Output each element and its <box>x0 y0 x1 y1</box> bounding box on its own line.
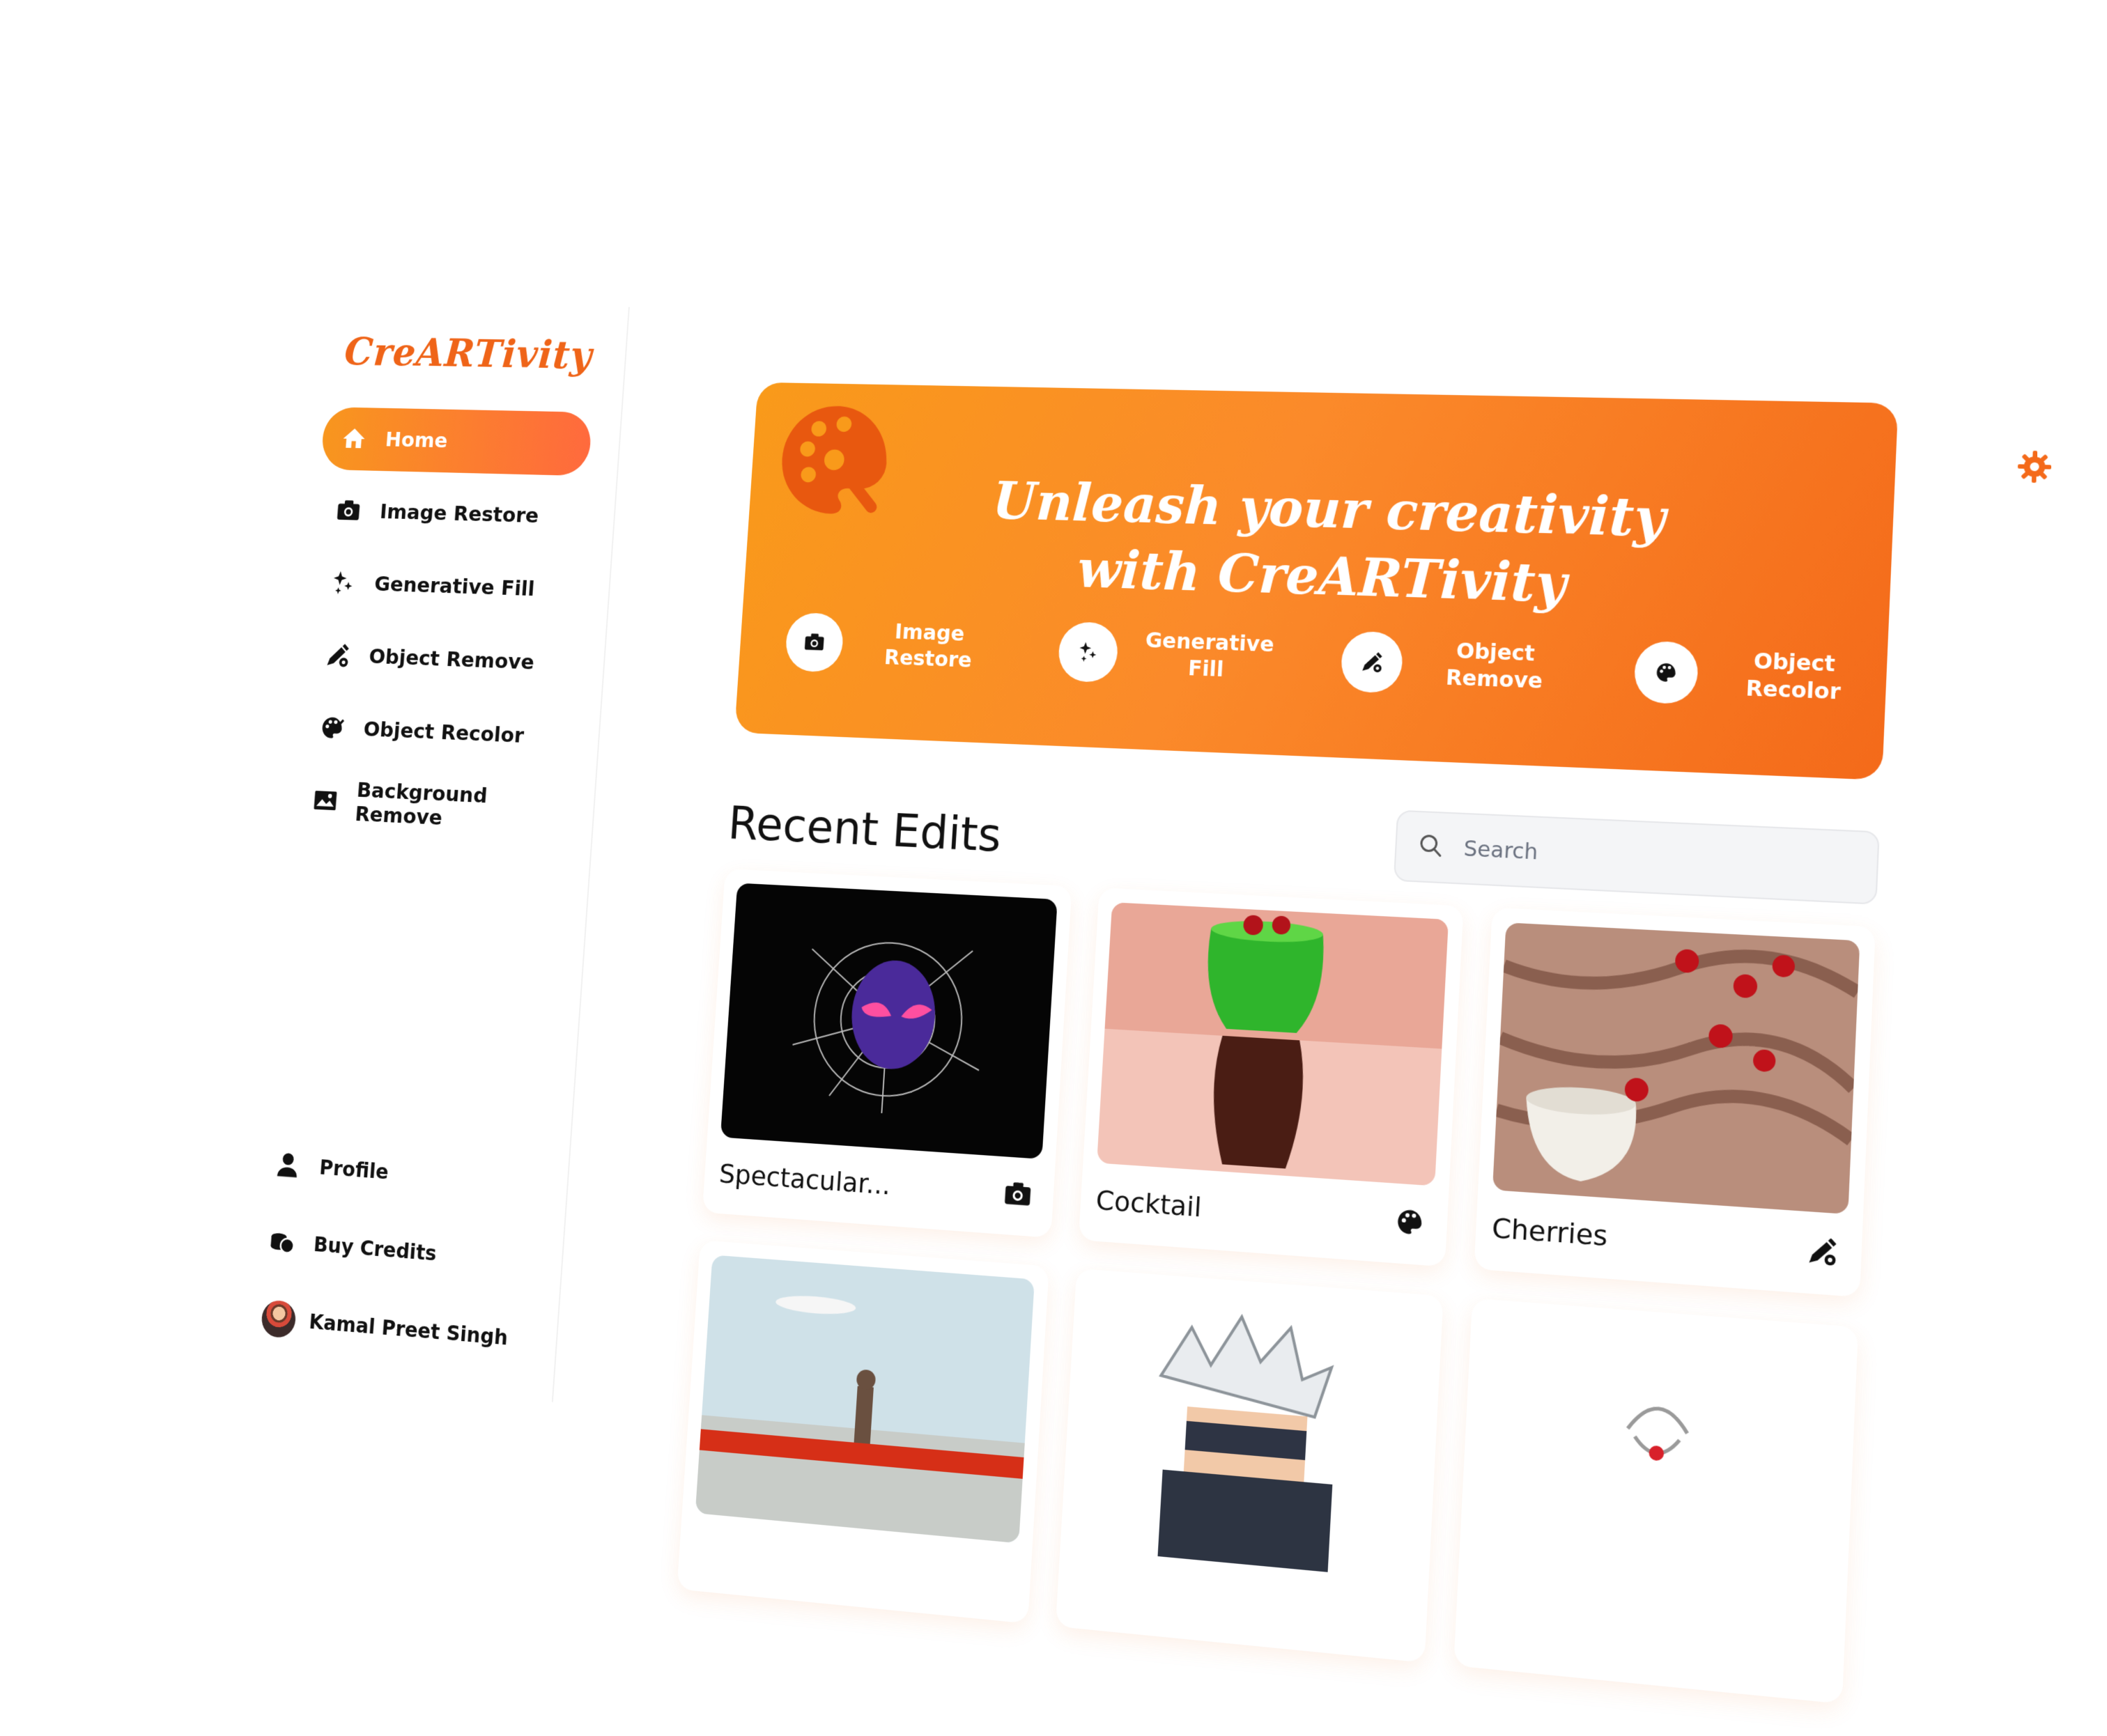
card-thumbnail <box>720 883 1058 1159</box>
recent-edit-card[interactable] <box>1055 1268 1444 1663</box>
coins-icon <box>267 1225 298 1259</box>
quick-action-object-remove[interactable]: Object Remove <box>1340 630 1578 700</box>
sidebar-item-label: Profile <box>318 1155 389 1184</box>
card-thumbnail <box>1097 902 1449 1186</box>
pen-gear-icon <box>1340 630 1404 694</box>
camera-icon <box>1002 1178 1034 1211</box>
card-title: Spectacular... <box>718 1158 892 1201</box>
pen-gear-icon <box>323 640 353 671</box>
banner-quick-actions: Image Restore Generative Fill Object Rem… <box>784 612 1881 712</box>
sidebar-item-profile[interactable]: Profile <box>265 1137 540 1211</box>
camera-icon <box>333 495 364 526</box>
search-input[interactable] <box>1461 835 1848 881</box>
image-icon <box>311 784 340 816</box>
sidebar-item-object-recolor[interactable]: Object Recolor <box>298 695 571 770</box>
quick-action-label-line: Image <box>894 619 966 646</box>
quick-action-label: Image Restore <box>867 619 991 675</box>
recent-edit-card[interactable] <box>677 1240 1049 1624</box>
hero-banner: Unleash your creativity with CreARTivity… <box>734 382 1899 780</box>
user-icon <box>272 1149 303 1181</box>
pen-gear-icon <box>1805 1234 1839 1269</box>
card-title: Cocktail <box>1095 1184 1203 1223</box>
quick-action-object-recolor[interactable]: Object Recolor <box>1633 640 1880 712</box>
recent-edit-card[interactable]: Cherries <box>1474 907 1876 1298</box>
sidebar-item-label: Generative Fill <box>373 572 536 601</box>
avatar <box>260 1299 297 1339</box>
quick-action-label-line: Remove <box>1444 665 1543 694</box>
sidebar-item-generative-fill[interactable]: Generative Fill <box>309 550 582 623</box>
sidebar-item-label: Home <box>384 428 449 453</box>
quick-action-label-line: Object <box>1752 649 1836 677</box>
quick-action-label-line: Fill <box>1187 656 1225 683</box>
quick-action-label-line: Restore <box>883 645 973 673</box>
camera-icon <box>784 612 845 673</box>
quick-action-generative-fill[interactable]: Generative Fill <box>1057 621 1287 689</box>
recent-edits-grid: Spectacular... Cocktail Cherries <box>677 868 1876 1704</box>
sidebar-item-user-account[interactable]: Kamal Preet Singh <box>254 1290 529 1367</box>
sidebar-bottom-nav: Profile Buy Credits Kamal Preet Singh <box>252 1137 540 1390</box>
search-box[interactable] <box>1393 809 1880 905</box>
palette-gear-icon <box>1633 640 1699 705</box>
quick-action-image-restore[interactable]: Image Restore <box>784 612 1007 679</box>
quick-action-label-line: Recolor <box>1745 676 1842 705</box>
palette-gear-icon <box>1393 1205 1426 1239</box>
sidebar-item-label: Object Remove <box>368 644 535 675</box>
home-icon <box>339 424 369 454</box>
card-thumbnail <box>695 1255 1035 1544</box>
sidebar-item-label: Buy Credits <box>312 1232 438 1266</box>
palette-brush-logo-icon <box>778 405 901 526</box>
user-name: Kamal Preet Singh <box>308 1309 509 1350</box>
quick-action-label: Object Remove <box>1429 637 1561 696</box>
sidebar-item-home[interactable]: Home <box>320 407 593 476</box>
recent-edit-card[interactable]: Spectacular... <box>702 868 1072 1239</box>
recent-edits-title: Recent Edits <box>726 796 1003 863</box>
card-thumbnail <box>1074 1283 1428 1581</box>
recent-edit-card[interactable]: Cocktail <box>1078 888 1464 1267</box>
search-icon <box>1417 832 1463 863</box>
main-content: Unleash your creativity with CreARTivity… <box>598 308 2052 1704</box>
app-window: CreARTivity Home Image Restore Generativ… <box>79 38 2107 1704</box>
sidebar: CreARTivity Home Image Restore Generativ… <box>217 302 630 1402</box>
card-thumbnail <box>1492 922 1860 1215</box>
card-title: Cherries <box>1491 1211 1609 1253</box>
sidebar-item-buy-credits[interactable]: Buy Credits <box>259 1214 534 1289</box>
quick-action-label: Object Recolor <box>1726 647 1862 707</box>
app-logo[interactable]: CreARTivity <box>343 330 594 378</box>
banner-title: Unleash your creativity with CreARTivity <box>941 467 1717 623</box>
recent-edit-card[interactable] <box>1453 1298 1859 1704</box>
sidebar-item-image-restore[interactable]: Image Restore <box>315 479 587 549</box>
quick-action-label-line: Object <box>1456 639 1536 667</box>
palette-gear-icon <box>317 712 348 743</box>
settings-gear-icon[interactable] <box>2016 449 2053 484</box>
sidebar-item-label: Background Remove <box>354 777 488 830</box>
quick-action-label-line: Generative <box>1144 628 1275 658</box>
quick-action-label: Generative Fill <box>1143 628 1275 685</box>
sparkles-icon <box>327 567 358 598</box>
sidebar-item-label: Object Recolor <box>362 717 525 748</box>
sparkles-icon <box>1057 621 1120 683</box>
sidebar-item-background-remove[interactable]: Background Remove <box>293 768 566 844</box>
card-thumbnail <box>1472 1313 1843 1620</box>
sidebar-item-object-remove[interactable]: Object Remove <box>304 623 577 697</box>
sidebar-nav: Home Image Restore Generative Fill Objec… <box>292 407 593 853</box>
sidebar-item-label: Image Restore <box>379 499 540 528</box>
